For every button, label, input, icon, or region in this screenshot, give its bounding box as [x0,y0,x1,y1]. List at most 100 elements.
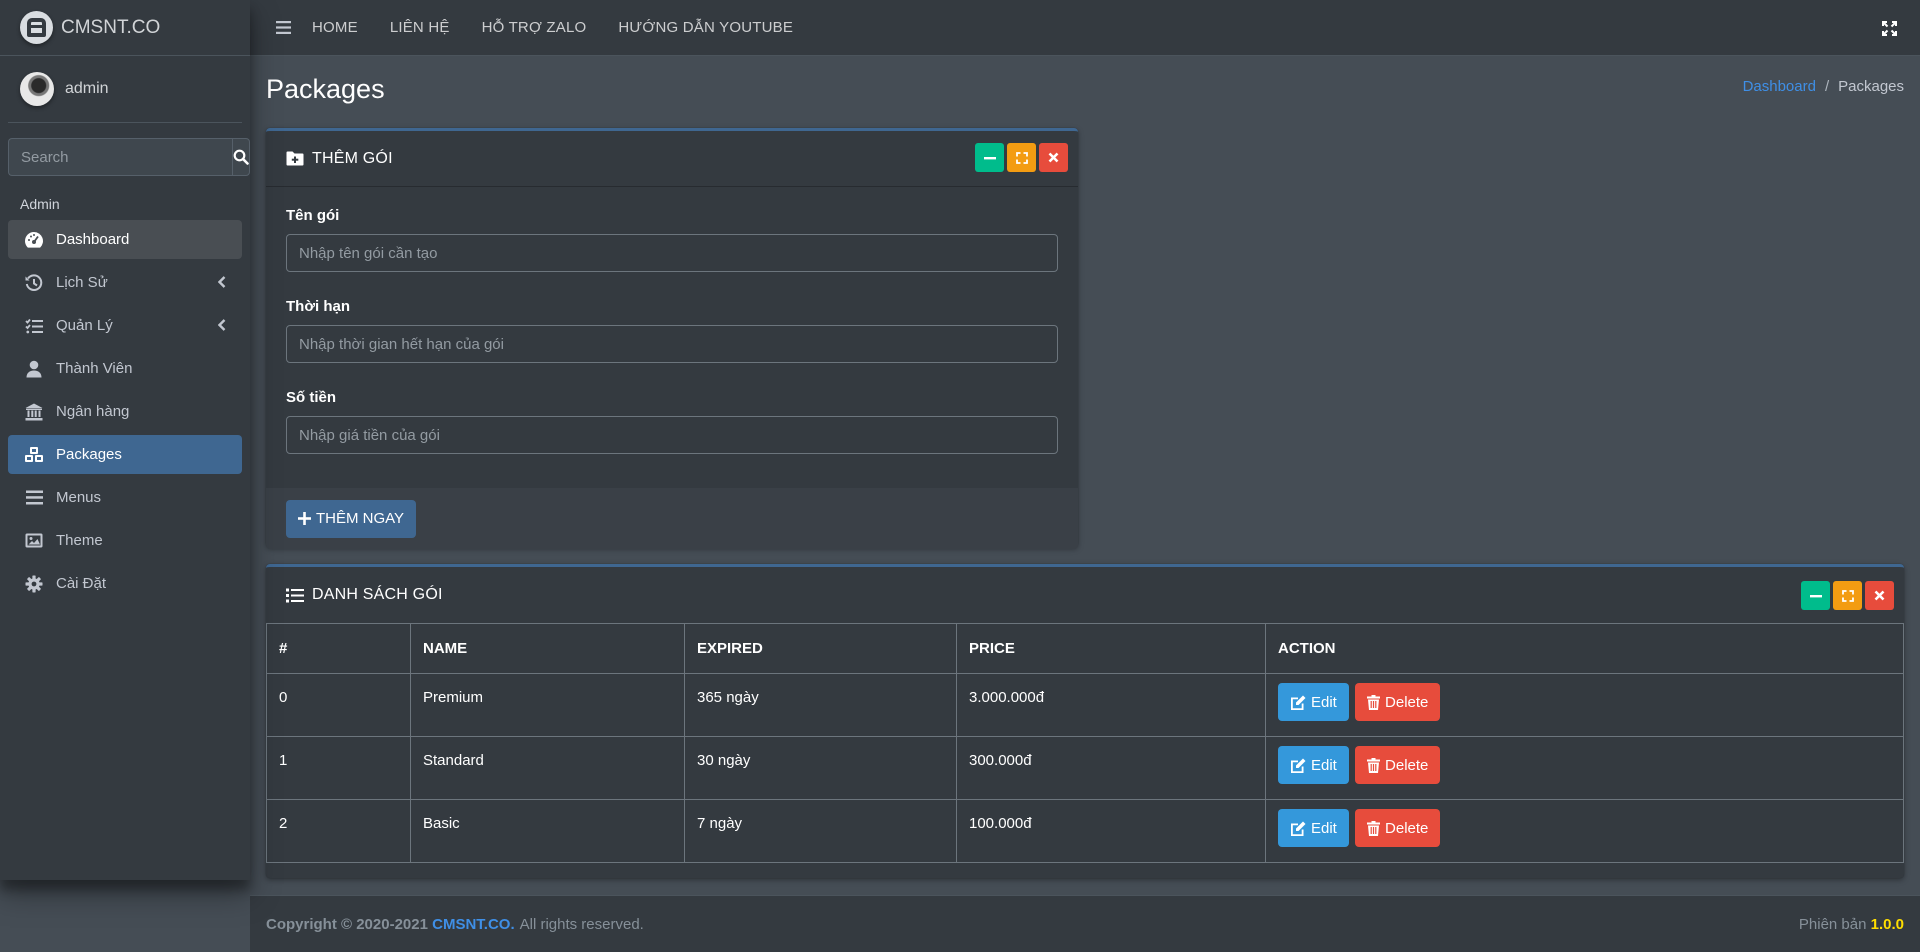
search-input[interactable] [8,138,232,176]
price-input[interactable] [286,416,1058,454]
duration-input[interactable] [286,325,1058,363]
user-panel[interactable]: admin [8,56,242,123]
brand-name: CMSNT.CO [61,16,161,38]
delete-button[interactable]: Delete [1355,809,1441,847]
brand-logo-icon [20,11,53,44]
sidebar-item-management[interactable]: Quản Lý [8,306,242,345]
table-row: 2 Basic 7 ngày 100.000đ Edit Delete [266,799,1904,863]
sidebar-item-bank[interactable]: Ngân hàng [8,392,242,431]
duration-label: Thời hạn [286,298,350,315]
minus-icon [1809,594,1822,597]
edit-icon [1291,821,1306,836]
dashboard-icon [24,230,44,250]
column-header: EXPIRED [684,623,957,674]
nav-link-home[interactable]: HOME [312,19,358,36]
search-button[interactable] [232,138,250,176]
cell-price: 300.000đ [956,736,1266,800]
brand-link[interactable]: CMSNT.CO [0,0,250,56]
remove-button[interactable] [1865,581,1894,610]
edit-icon [1291,758,1306,773]
package-name-input[interactable] [286,234,1058,272]
edit-button-label: Edit [1311,819,1337,837]
folder-plus-icon [286,151,304,166]
avatar [20,72,54,106]
collapse-button[interactable] [1801,581,1830,610]
version-info: Phiên bản 1.0.0 [1799,916,1904,933]
edit-button[interactable]: Edit [1278,683,1349,721]
cell-price: 100.000đ [956,799,1266,863]
footer-brand-link[interactable]: CMSNT.CO. [432,916,515,933]
sidebar-item-label: Lịch Sử [56,274,108,291]
delete-button[interactable]: Delete [1355,746,1441,784]
search-icon [233,149,249,165]
sidebar-item-label: Theme [56,532,103,549]
cell-expired: 365 ngày [684,673,957,737]
delete-button-label: Delete [1385,819,1429,837]
sidebar: CMSNT.CO admin Admin Dashboard Lịch Sử Q… [0,0,250,880]
edit-button-label: Edit [1311,756,1337,774]
cell-name: Standard [410,736,685,800]
delete-button[interactable]: Delete [1355,683,1441,721]
sidebar-item-label: Menus [56,489,102,506]
card-header: DANH SÁCH GÓI [266,567,1904,623]
expand-arrows-icon [1881,20,1897,36]
nav-link-youtube-guide[interactable]: HƯỚNG DẪN YOUTUBE [618,19,793,36]
delete-button-label: Delete [1385,693,1429,711]
sidebar-item-label: Ngân hàng [56,403,130,420]
page-footer: Copyright © 2020-2021 CMSNT.CO. All righ… [250,895,1920,952]
expand-icon [1015,151,1028,164]
sidebar-item-settings[interactable]: Cài Đặt [8,564,242,603]
sidebar-item-dashboard[interactable]: Dashboard [8,220,242,259]
gear-icon [24,574,44,594]
price-label: Số tiền [286,389,337,406]
version-label: Phiên bản [1798,915,1867,933]
sidebar-item-label: Thành Viên [56,360,133,377]
cell-name: Basic [410,799,685,863]
copyright: Copyright © 2020-2021 CMSNT.CO. [266,916,515,933]
nav-link-contact[interactable]: LIÊN HỆ [390,19,450,36]
sidebar-item-members[interactable]: Thành Viên [8,349,242,388]
column-header: ACTION [1265,623,1904,674]
sidebar-item-label: Dashboard [56,231,130,248]
maximize-button[interactable] [1007,143,1036,172]
add-package-button[interactable]: THÊM NGAY [286,499,417,538]
close-icon [1874,590,1885,601]
sidebar-item-packages[interactable]: Packages [8,435,242,474]
edit-icon [1291,695,1306,710]
card-title-text: THÊM GÓI [312,149,393,167]
plus-icon [298,512,311,525]
user-name[interactable]: admin [65,80,109,98]
collapse-button[interactable] [975,143,1004,172]
sidebar-item-theme[interactable]: Theme [8,521,242,560]
history-icon [24,273,44,293]
sidebar-search [8,138,250,176]
top-navbar: HOME LIÊN HỆ HỖ TRỢ ZALO HƯỚNG DẪN YOUTU… [250,0,1920,56]
expand-icon [1841,589,1854,602]
edit-button[interactable]: Edit [1278,746,1349,784]
edit-button[interactable]: Edit [1278,809,1349,847]
card-title-text: DANH SÁCH GÓI [312,586,443,603]
card-title: DANH SÁCH GÓI [286,586,443,604]
bank-icon [24,402,44,422]
table-row: 1 Standard 30 ngày 300.000đ Edit Delete [266,736,1904,800]
card-header: THÊM GÓI [266,131,1078,187]
sidebar-item-menus[interactable]: Menus [8,478,242,517]
chevron-left-icon [218,276,226,288]
rights-text: All rights reserved. [519,915,644,933]
version-number: 1.0.0 [1870,915,1904,933]
list-check-icon [24,316,44,336]
add-package-button-label: THÊM NGAY [316,510,405,527]
maximize-button[interactable] [1833,581,1862,610]
nav-link-zalo-support[interactable]: HỖ TRỢ ZALO [482,19,587,36]
nav-header: Admin [20,196,60,212]
breadcrumb-dashboard-link[interactable]: Dashboard [1743,78,1816,95]
bars-icon [275,21,291,34]
sidebar-toggle-button[interactable] [270,15,296,41]
card-footer: THÊM NGAY [266,488,1078,549]
list-icon [286,588,304,602]
trash-icon [1367,694,1381,710]
sidebar-item-history[interactable]: Lịch Sử [8,263,242,302]
fullscreen-button[interactable] [1878,17,1900,39]
remove-button[interactable] [1039,143,1068,172]
cell-price: 3.000.000đ [956,673,1266,737]
